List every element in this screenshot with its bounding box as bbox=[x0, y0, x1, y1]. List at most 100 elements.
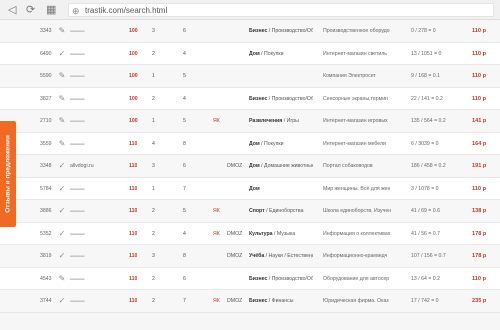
table-row: 2710 ✎ ▬▬▬ 100 1 5 ЯК Развлечения / Игры Интерне… bbox=[0, 110, 500, 133]
row-total-price: 164 р bbox=[472, 140, 487, 147]
row-stats: 17 / 742 = 0 bbox=[411, 298, 439, 304]
row-stats: 41 / 69 = 0.6 bbox=[411, 208, 440, 214]
row-category: Культура / Музыка bbox=[249, 223, 313, 245]
row-count-2: 6 bbox=[183, 163, 186, 169]
check-icon[interactable]: ✓ bbox=[57, 178, 67, 200]
row-domain[interactable]: ▬▬▬ bbox=[70, 88, 110, 110]
row-count-2: 6 bbox=[183, 28, 186, 34]
check-icon[interactable]: ✓ bbox=[57, 200, 67, 222]
edit-icon[interactable]: ✎ bbox=[57, 110, 67, 132]
row-count-1: 4 bbox=[152, 140, 155, 147]
row-total-price: 110 р bbox=[472, 275, 486, 282]
row-total-price: 138 р bbox=[472, 208, 487, 214]
row-price: 110 bbox=[129, 185, 138, 192]
row-stats: 41 / 56 = 0.7 bbox=[411, 230, 440, 237]
row-category-sub: Музыка bbox=[276, 230, 296, 237]
row-category: Дом / Покупки bbox=[249, 133, 313, 155]
row-category: Бизнес / Производство/Оборудова bbox=[249, 268, 313, 290]
table-row: 3886 ✓ ▬▬▬ 110 2 5 ЯК Спорт / Единоборства Школа… bbox=[0, 200, 500, 223]
row-id: 3827 bbox=[40, 95, 52, 102]
row-category-sub: Покупки bbox=[264, 50, 284, 57]
row-domain[interactable]: ▬▬▬ bbox=[70, 43, 110, 65]
row-category-main: Спорт bbox=[249, 208, 265, 214]
table-row: 3827 ✎▬▬▬ 100 2 4 Бизнес / Производство/Обору… bbox=[0, 87, 500, 110]
row-domain[interactable]: ▬▬▬ bbox=[70, 268, 110, 290]
row-count-2: 4 bbox=[183, 95, 186, 102]
row-category: Учёба / Науки / Естественные bbox=[249, 245, 313, 267]
row-domain[interactable]: ▬▬▬ bbox=[70, 200, 110, 222]
url-text: trastik.com/search.html bbox=[85, 6, 168, 15]
table-row: 3744 ✓ ▬▬▬ 110 2 7 ЯК DMOZ Бизнес / Финансы Юриди… bbox=[0, 290, 500, 313]
row-total-price: 141 р bbox=[472, 118, 487, 124]
row-description: Информационно-краеведч bbox=[323, 253, 388, 259]
row-count-1: 2 bbox=[152, 95, 155, 102]
results-table: 3343✎▬▬▬10036Бизнес / Производство/Обору… bbox=[0, 20, 500, 313]
row-domain[interactable]: ▬▬▬ bbox=[70, 110, 110, 132]
row-domain[interactable]: ▬▬▬ bbox=[70, 133, 110, 155]
check-icon[interactable]: ✓ bbox=[57, 223, 67, 245]
row-category-main: Бизнес bbox=[249, 275, 268, 282]
row-count-1: 2 bbox=[152, 208, 155, 214]
row-category-sub: Производство/Оборудова bbox=[271, 28, 313, 34]
row-domain[interactable]: ▬▬▬ bbox=[70, 178, 110, 200]
table-row: 5784 ✓ ▬▬▬ 110 1 7 Дом Мир женщины. Всё для жен… bbox=[0, 177, 500, 200]
row-description: Компания Электросет bbox=[323, 73, 376, 79]
check-icon[interactable]: ✓ bbox=[57, 245, 67, 267]
reload-icon[interactable]: ⟳ bbox=[26, 3, 35, 17]
row-id: 3343 bbox=[40, 28, 52, 34]
check-icon[interactable]: ✓ bbox=[57, 155, 67, 177]
row-stats: 107 / 156 = 0.7 bbox=[411, 253, 446, 259]
feedback-tab[interactable]: Отзывы и предложения bbox=[0, 121, 16, 227]
back-icon[interactable]: ◁ bbox=[8, 3, 16, 17]
row-price: 110 bbox=[129, 163, 138, 169]
row-count-1: 3 bbox=[152, 28, 155, 34]
row-yandex-badge: ЯК bbox=[213, 118, 220, 124]
row-id: 3348 bbox=[40, 163, 52, 169]
row-domain[interactable]: ▬▬▬ bbox=[70, 65, 110, 87]
row-category-sub: Производство/Оборудова bbox=[271, 95, 313, 102]
row-total-price: 178 р bbox=[472, 230, 487, 237]
row-description: Интернет-магазин светиль bbox=[323, 50, 388, 57]
row-stats: 13 / 1051 = 0 bbox=[411, 50, 442, 57]
row-stats: 9 / 168 = 0.1 bbox=[411, 73, 440, 79]
row-count-1: 2 bbox=[152, 298, 155, 304]
row-id: 3744 bbox=[40, 298, 52, 304]
row-category-main: Дом bbox=[249, 50, 260, 57]
row-category-sub: Единоборства bbox=[269, 208, 304, 214]
row-description: Портал собаководов bbox=[323, 163, 373, 169]
row-count-2: 5 bbox=[183, 73, 186, 79]
row-category-main: Учёба bbox=[249, 253, 265, 259]
row-count-1: 3 bbox=[152, 163, 155, 169]
row-price: 110 bbox=[129, 253, 138, 259]
row-description: Информация о коллективах bbox=[323, 230, 391, 237]
row-domain[interactable]: ▬▬▬ bbox=[70, 20, 110, 42]
row-category-main: Бизнес bbox=[249, 28, 268, 34]
row-domain[interactable]: allvdogi.ru bbox=[70, 155, 110, 177]
row-count-1: 2 bbox=[152, 50, 155, 57]
check-icon[interactable]: ✓ bbox=[57, 43, 67, 65]
edit-icon[interactable]: ✎ bbox=[57, 133, 67, 155]
row-category: Бизнес / Производство/Оборудова bbox=[249, 20, 313, 42]
row-total-price: 191 р bbox=[472, 163, 487, 169]
row-count-2: 8 bbox=[183, 253, 186, 259]
row-id: 6490 bbox=[40, 50, 52, 57]
table-row: 3559 ✎ ▬▬▬ 110 4 8 Дом / Покупки Интернет-магаз… bbox=[0, 132, 500, 155]
row-domain[interactable]: ▬▬▬ bbox=[70, 245, 110, 267]
apps-icon[interactable]: ▦ bbox=[46, 3, 56, 17]
edit-icon[interactable]: ✎ bbox=[57, 268, 67, 290]
edit-icon[interactable]: ✎ bbox=[57, 65, 67, 87]
row-category-main: Дом bbox=[249, 185, 260, 192]
edit-icon[interactable]: ✎ bbox=[57, 20, 67, 42]
row-domain[interactable]: ▬▬▬ bbox=[70, 290, 110, 312]
row-price: 110 bbox=[129, 208, 138, 214]
address-bar[interactable]: ⊕ trastik.com/search.html bbox=[68, 3, 494, 17]
table-row: 6490 ✓ ▬▬▬ 100 2 4 Дом / Покупки Интернет-магаз… bbox=[0, 42, 500, 65]
check-icon[interactable]: ✓ bbox=[57, 290, 67, 312]
row-dmoz-badge: DMOZ bbox=[227, 298, 243, 304]
browser-toolbar: ◁ ⟳ ▦ ⊕ trastik.com/search.html bbox=[0, 0, 500, 20]
row-dmoz-badge: DMOZ bbox=[227, 253, 243, 259]
row-domain[interactable]: ▬▬▬ bbox=[70, 223, 110, 245]
edit-icon[interactable]: ✎ bbox=[57, 88, 67, 110]
row-id: 3819 bbox=[40, 253, 52, 259]
row-count-2: 4 bbox=[183, 230, 186, 237]
